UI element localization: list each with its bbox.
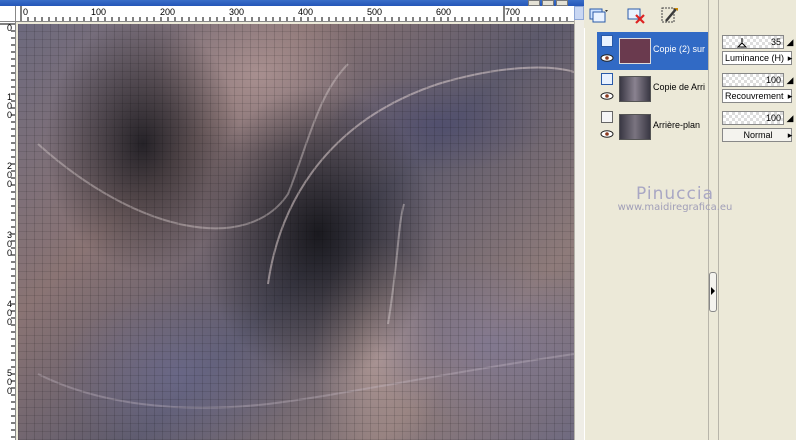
opacity-value: 100	[765, 75, 781, 85]
ruler-label: 200	[6, 161, 12, 189]
opacity-slider[interactable]: 100	[722, 111, 784, 125]
layer-row[interactable]: Arrière-plan	[597, 108, 709, 146]
palette-divider	[708, 0, 719, 440]
canvas-artwork	[37, 63, 574, 409]
ruler-label: 600	[436, 7, 452, 17]
chevron-right-icon[interactable]: ▸	[785, 128, 795, 142]
slider-thumb-icon	[737, 38, 747, 48]
layer-name[interactable]: Copie (2) sur	[653, 44, 707, 54]
raster-layer-icon	[601, 73, 613, 85]
layer-thumbnail	[619, 114, 651, 140]
raster-layer-icon	[601, 35, 613, 47]
opacity-value: 100	[765, 113, 781, 123]
ruler-label: 700	[505, 7, 521, 17]
watermark-url: www.maidiregrafica.eu	[617, 202, 733, 213]
ruler-label: 200	[160, 7, 176, 17]
horizontal-ruler: 0 100 200 300 400 500 600 700	[16, 6, 574, 22]
eye-icon[interactable]	[600, 92, 614, 100]
ruler-label: 100	[6, 92, 12, 120]
opacity-slider[interactable]: 35	[722, 35, 784, 49]
vertical-ruler: 0 100 200 300 400 500	[0, 22, 16, 440]
ruler-label: 400	[6, 299, 12, 327]
watermark-title: Pinuccia	[636, 184, 714, 204]
blend-mode-select[interactable]: Recouvrement	[722, 89, 792, 103]
opacity-value: 35	[770, 37, 781, 47]
ruler-label: 400	[298, 7, 314, 17]
eye-icon[interactable]	[600, 54, 614, 62]
layer-name[interactable]: Copie de Arri	[653, 82, 707, 92]
ruler-label: 500	[367, 7, 383, 17]
opacity-slider[interactable]: 100	[722, 73, 784, 87]
layer-row[interactable]: Copie (2) sur	[597, 32, 709, 70]
opacity-stepper[interactable]: ◢	[785, 73, 795, 87]
ruler-corner	[0, 6, 16, 22]
ruler-label: 300	[229, 7, 245, 17]
layer-properties-row: 100 ◢ Recouvrement ▸	[719, 70, 796, 108]
delete-layer-icon[interactable]	[626, 5, 646, 25]
ruler-label: 500	[6, 368, 12, 396]
chevron-right-icon[interactable]: ▸	[785, 51, 795, 65]
layer-thumbnail	[619, 76, 651, 102]
ruler-label: 300	[6, 230, 12, 258]
layer-row[interactable]: Copie de Arri	[597, 70, 709, 108]
properties-icon[interactable]	[659, 5, 679, 25]
raster-layer-icon	[601, 111, 613, 123]
image-canvas[interactable]	[18, 24, 574, 440]
chevron-right-icon	[711, 287, 715, 295]
opacity-stepper[interactable]: ◢	[785, 111, 795, 125]
layer-properties-row: 100 ◢ Normal ▸	[719, 108, 796, 146]
blend-mode-select[interactable]: Normal	[722, 128, 792, 142]
vertical-scrollbar[interactable]	[574, 6, 584, 440]
layer-properties-row: 35 ◢ Luminance (H) ▸	[719, 32, 796, 70]
new-layer-icon[interactable]	[588, 5, 608, 25]
watermark: Pinuccia www.maidiregrafica.eu	[600, 184, 750, 213]
layer-thumbnail	[619, 38, 651, 64]
layer-name[interactable]: Arrière-plan	[653, 120, 707, 130]
ruler-label: 0	[23, 7, 29, 17]
chevron-right-icon[interactable]: ▸	[785, 89, 795, 103]
blend-mode-select[interactable]: Luminance (H)	[722, 51, 792, 65]
ruler-label: 0	[6, 23, 12, 33]
layers-toolbar	[584, 0, 710, 28]
eye-icon[interactable]	[600, 130, 614, 138]
scroll-up-button[interactable]	[574, 6, 584, 20]
ruler-label: 100	[91, 7, 107, 17]
opacity-stepper[interactable]: ◢	[785, 35, 795, 49]
